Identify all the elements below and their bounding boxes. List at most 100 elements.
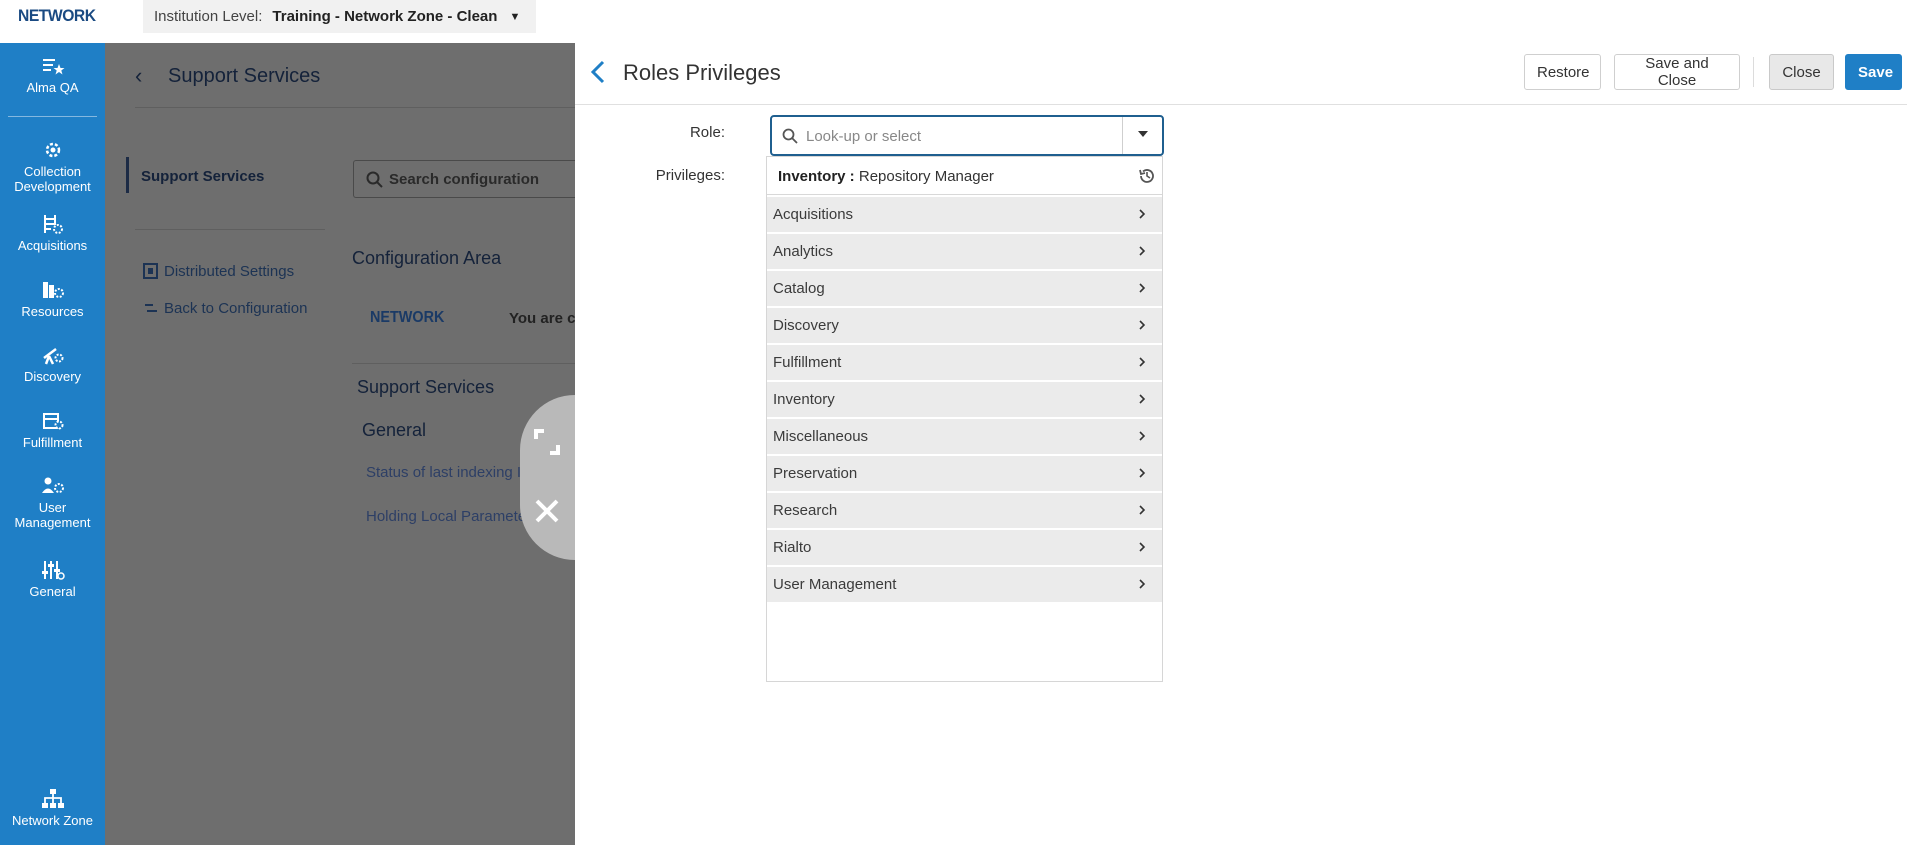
chevron-right-icon bbox=[1139, 357, 1146, 367]
nav-collection-development[interactable]: Collection Development bbox=[0, 139, 105, 194]
nav-resources[interactable]: Resources bbox=[0, 279, 105, 319]
nav-label: General bbox=[29, 584, 76, 599]
role-search-input[interactable] bbox=[806, 125, 1106, 147]
telescope-gear-icon bbox=[42, 348, 63, 365]
category-item[interactable]: Acquisitions bbox=[767, 197, 1162, 232]
background-selected-item: Support Services bbox=[141, 168, 265, 185]
users-gear-icon bbox=[41, 477, 64, 493]
sliders-icon bbox=[41, 561, 65, 580]
close-icon[interactable] bbox=[534, 498, 560, 524]
page-title: Roles Privileges bbox=[623, 60, 781, 85]
caret-down-icon: ▼ bbox=[509, 10, 521, 23]
recent-role-name: Repository Manager bbox=[854, 168, 994, 185]
category-item[interactable]: Inventory bbox=[767, 382, 1162, 417]
section-title: Support Services bbox=[357, 377, 495, 397]
top-bar: NETWORK Institution Level: Training - Ne… bbox=[0, 0, 1907, 43]
divider bbox=[1122, 117, 1123, 154]
divider bbox=[1753, 57, 1754, 87]
gear-cluster-icon bbox=[45, 142, 60, 158]
nav-label: Resources bbox=[21, 304, 84, 319]
roles-privileges-panel: Roles Privileges Restore Save and Close … bbox=[575, 43, 1907, 845]
save-and-close-button[interactable]: Save and Close bbox=[1614, 54, 1740, 90]
role-dropdown: Inventory : Repository Manager Acquisiti… bbox=[766, 156, 1163, 682]
restore-button[interactable]: Restore bbox=[1524, 54, 1601, 90]
nav-general[interactable]: General bbox=[0, 559, 105, 599]
group-title: General bbox=[362, 420, 427, 440]
category-item[interactable]: User Management bbox=[767, 567, 1162, 602]
category-item[interactable]: Rialto bbox=[767, 530, 1162, 565]
history-icon bbox=[1139, 169, 1154, 183]
books-gear-icon bbox=[42, 282, 64, 298]
network-logo[interactable]: NETWORK bbox=[18, 6, 96, 26]
search-icon bbox=[782, 128, 798, 144]
chevron-right-icon bbox=[1139, 579, 1146, 589]
nav-acquisitions[interactable]: Acquisitions bbox=[0, 213, 105, 253]
background-page: ‹ Support Services Support Services Dist… bbox=[105, 43, 575, 845]
background-title: Support Services bbox=[168, 65, 321, 87]
chevron-right-icon bbox=[1139, 320, 1146, 330]
nav-label: Collection Development bbox=[14, 164, 91, 194]
nav-alma-qa[interactable]: Alma QA bbox=[0, 55, 105, 95]
chevron-right-icon bbox=[1139, 431, 1146, 441]
chevron-right-icon bbox=[1139, 394, 1146, 404]
back-chevron-icon[interactable] bbox=[588, 59, 608, 85]
chevron-right-icon bbox=[1139, 505, 1146, 515]
chevron-right-icon bbox=[1139, 246, 1146, 256]
back-to-configuration-link: Back to Configuration bbox=[143, 300, 307, 317]
ladder-gear-icon bbox=[43, 215, 63, 234]
nav-fulfillment[interactable]: Fulfillment bbox=[0, 410, 105, 450]
divider bbox=[352, 363, 575, 364]
recent-role-category: Inventory : bbox=[778, 168, 855, 185]
nav-label: Fulfillment bbox=[22, 435, 83, 450]
category-item[interactable]: Miscellaneous bbox=[767, 419, 1162, 454]
category-item[interactable]: Preservation bbox=[767, 456, 1162, 491]
nav-label: User Management bbox=[14, 500, 91, 530]
distributed-settings-link: Distributed Settings bbox=[143, 263, 294, 280]
selected-indicator bbox=[126, 157, 129, 193]
back-arrow-icon bbox=[145, 304, 157, 312]
category-item[interactable]: Analytics bbox=[767, 234, 1162, 269]
nav-label: Alma QA bbox=[26, 80, 79, 95]
privileges-label: Privileges: bbox=[655, 167, 725, 184]
network-tree-icon bbox=[41, 789, 64, 808]
network-logo-secondary: NETWORK bbox=[370, 309, 445, 326]
panel-handle bbox=[520, 395, 575, 560]
nav-user-management[interactable]: User Management bbox=[0, 475, 105, 530]
nav-network-zone[interactable]: Network Zone bbox=[0, 788, 105, 828]
nav-discovery[interactable]: Discovery bbox=[0, 344, 105, 384]
institution-selector[interactable]: Institution Level: Training - Network Zo… bbox=[143, 0, 537, 33]
search-icon bbox=[366, 171, 383, 188]
chevron-left-icon: ‹ bbox=[135, 63, 143, 88]
settings-doc-icon bbox=[143, 263, 158, 279]
you-are-text: You are co bbox=[509, 310, 575, 327]
panel-header: Roles Privileges Restore Save and Close … bbox=[575, 43, 1907, 105]
nav-divider bbox=[8, 116, 97, 117]
nav-label: Network Zone bbox=[12, 813, 93, 828]
chevron-right-icon bbox=[1139, 209, 1146, 219]
chevron-right-icon bbox=[1139, 542, 1146, 552]
category-item[interactable]: Catalog bbox=[767, 271, 1162, 306]
chevron-right-icon bbox=[1139, 468, 1146, 478]
search-configuration-input: Search configuration bbox=[353, 160, 575, 198]
save-button[interactable]: Save bbox=[1845, 54, 1902, 90]
divider bbox=[135, 107, 575, 108]
list-star-icon bbox=[42, 59, 64, 75]
divider bbox=[135, 229, 325, 230]
expand-icon[interactable] bbox=[534, 429, 560, 455]
category-item[interactable]: Fulfillment bbox=[767, 345, 1162, 380]
box-gear-icon bbox=[42, 413, 63, 430]
chevron-right-icon bbox=[1139, 283, 1146, 293]
category-item[interactable]: Research bbox=[767, 493, 1162, 528]
configuration-area-title: Configuration Area bbox=[352, 248, 502, 268]
nav-label: Acquisitions bbox=[17, 238, 88, 253]
close-button[interactable]: Close bbox=[1769, 54, 1834, 90]
role-select[interactable] bbox=[770, 115, 1164, 156]
institution-value: Training - Network Zone - Clean bbox=[272, 8, 498, 25]
nav-label: Discovery bbox=[23, 369, 82, 384]
caret-down-icon[interactable] bbox=[1138, 129, 1148, 139]
recent-role-item[interactable]: Inventory : Repository Manager bbox=[767, 157, 1162, 195]
category-item[interactable]: Discovery bbox=[767, 308, 1162, 343]
left-nav: Alma QA Collection Development Acquisiti… bbox=[0, 43, 105, 845]
role-label: Role: bbox=[689, 124, 725, 141]
institution-label: Institution Level: bbox=[154, 8, 263, 25]
